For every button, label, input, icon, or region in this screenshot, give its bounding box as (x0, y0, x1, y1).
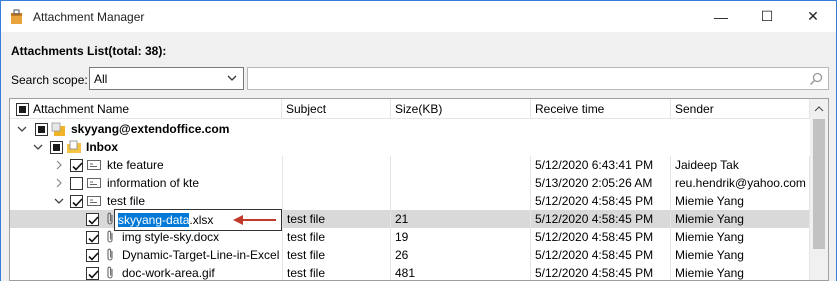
expand-chevron-icon[interactable] (53, 159, 65, 171)
search-scope-value: All (94, 71, 108, 86)
sender-cell: Miemie Yang (671, 228, 810, 246)
title-bar: Attachment Manager — ☐ ✕ (0, 0, 837, 32)
close-icon: ✕ (807, 8, 819, 24)
subject-cell: test file (282, 246, 391, 264)
attachment-checkbox[interactable] (86, 230, 99, 244)
rename-selected-text: skyyang-data (118, 213, 190, 227)
sender-cell: Miemie Yang (671, 246, 810, 264)
size-cell (391, 192, 531, 210)
sender-cell: Miemie Yang (671, 192, 810, 210)
collapse-chevron-icon[interactable] (32, 141, 44, 153)
close-button[interactable]: ✕ (790, 1, 836, 32)
subject-cell: test file (282, 228, 391, 246)
column-header-size[interactable]: Size(KB) (391, 99, 531, 119)
paperclip-icon (102, 265, 118, 280)
minimize-button[interactable]: — (698, 1, 744, 32)
mailbox-icon (51, 121, 67, 137)
email-checkbox[interactable] (70, 158, 83, 172)
folder-checkbox[interactable] (50, 140, 63, 154)
expand-chevron-icon[interactable] (53, 177, 65, 189)
scrollbar-thumb[interactable] (813, 119, 825, 249)
column-header-receive-time[interactable]: Receive time (531, 99, 671, 119)
account-checkbox[interactable] (35, 122, 48, 136)
account-name: skyyang@extendoffice.com (71, 122, 230, 136)
maximize-button[interactable]: ☐ (744, 1, 790, 32)
email-checkbox[interactable] (70, 194, 83, 208)
scroll-up-icon[interactable] (813, 103, 825, 117)
column-header-sender[interactable]: Sender (671, 99, 810, 119)
email-icon (86, 193, 102, 209)
paperclip-icon (102, 247, 118, 263)
maximize-icon: ☐ (760, 8, 774, 24)
email-icon (86, 175, 102, 191)
tree-row-account[interactable]: skyyang@extendoffice.com (10, 120, 810, 138)
search-icon[interactable] (808, 71, 824, 87)
rename-extension-text: .xlsx (189, 213, 214, 227)
email-row[interactable]: information of kte 5/13/2020 2:05:26 AM … (10, 174, 810, 192)
sender-cell: Jaideep Tak (671, 156, 810, 174)
subject-cell (282, 156, 391, 174)
app-icon (9, 8, 25, 25)
receive-time-cell: 5/12/2020 6:43:41 PM (531, 156, 671, 174)
receive-time-cell: 5/12/2020 4:58:45 PM (531, 228, 671, 246)
attachments-tree-grid: Attachment Name Subject Size(KB) Receive… (9, 98, 829, 281)
size-cell: 26 (391, 246, 531, 264)
receive-time-cell: 5/12/2020 4:58:45 PM (531, 246, 671, 264)
email-row[interactable]: kte feature 5/12/2020 6:43:41 PM Jaideep… (10, 156, 810, 174)
subject-cell (282, 192, 391, 210)
size-cell (391, 174, 531, 192)
email-subject: test file (107, 194, 146, 208)
attachment-checkbox[interactable] (86, 212, 99, 226)
attachment-row[interactable]: Dynamic-Target-Line-in-Excel test file 2… (10, 246, 810, 264)
window-title: Attachment Manager (33, 9, 145, 24)
folder-name: Inbox (86, 140, 118, 154)
attachment-name: doc-work-area.gif (122, 266, 215, 280)
email-checkbox[interactable] (70, 176, 83, 190)
size-cell: 481 (391, 264, 531, 280)
size-cell (391, 156, 531, 174)
column-header-name[interactable]: Attachment Name (10, 99, 282, 119)
receive-time-cell: 5/13/2020 2:05:26 AM (531, 174, 671, 192)
attachment-checkbox[interactable] (86, 266, 99, 280)
column-header-subject[interactable]: Subject (282, 99, 391, 119)
attachment-name: img style-sky.docx (122, 230, 220, 244)
collapse-chevron-icon[interactable] (16, 123, 28, 135)
dialog-body: Attachments List(total: 38): Search scop… (0, 32, 837, 281)
receive-time-cell: 5/12/2020 4:58:45 PM (531, 264, 671, 280)
receive-time-cell: 5/12/2020 4:58:45 PM (531, 192, 671, 210)
attachments-list-heading: Attachments List(total: 38): (11, 44, 167, 58)
select-all-checkbox[interactable] (16, 102, 29, 116)
sender-cell: Miemie Yang (671, 264, 810, 280)
subject-cell (282, 174, 391, 192)
email-row[interactable]: test file 5/12/2020 4:58:45 PM Miemie Ya… (10, 192, 810, 210)
email-subject: information of kte (107, 176, 200, 190)
search-scope-label: Search scope: (11, 73, 88, 87)
receive-time-cell: 5/12/2020 4:58:45 PM (531, 210, 671, 228)
attachment-row[interactable]: doc-work-area.gif test file 481 5/12/202… (10, 264, 810, 280)
minimize-icon: — (714, 8, 728, 25)
subject-cell: test file (282, 264, 391, 280)
subject-cell: test file (282, 210, 391, 228)
email-subject: kte feature (107, 158, 164, 172)
paperclip-icon (102, 229, 118, 245)
inbox-folder-icon (66, 139, 82, 155)
search-scope-dropdown[interactable]: All (89, 67, 244, 90)
grid-header: Attachment Name Subject Size(KB) Receive… (10, 99, 810, 119)
pointer-arrow-icon (232, 214, 278, 229)
search-input[interactable] (247, 67, 829, 90)
vertical-scrollbar[interactable] (810, 99, 828, 280)
email-icon (86, 157, 102, 173)
sender-cell: Miemie Yang (671, 210, 810, 228)
attachment-name: Dynamic-Target-Line-in-Excel (122, 248, 280, 262)
chevron-down-icon (225, 71, 239, 85)
collapse-chevron-icon[interactable] (53, 195, 65, 207)
attachment-checkbox[interactable] (86, 248, 99, 262)
size-cell: 19 (391, 228, 531, 246)
sender-cell: reu.hendrik@yahoo.com (671, 174, 810, 192)
tree-row-folder[interactable]: Inbox (10, 138, 810, 156)
size-cell: 21 (391, 210, 531, 228)
